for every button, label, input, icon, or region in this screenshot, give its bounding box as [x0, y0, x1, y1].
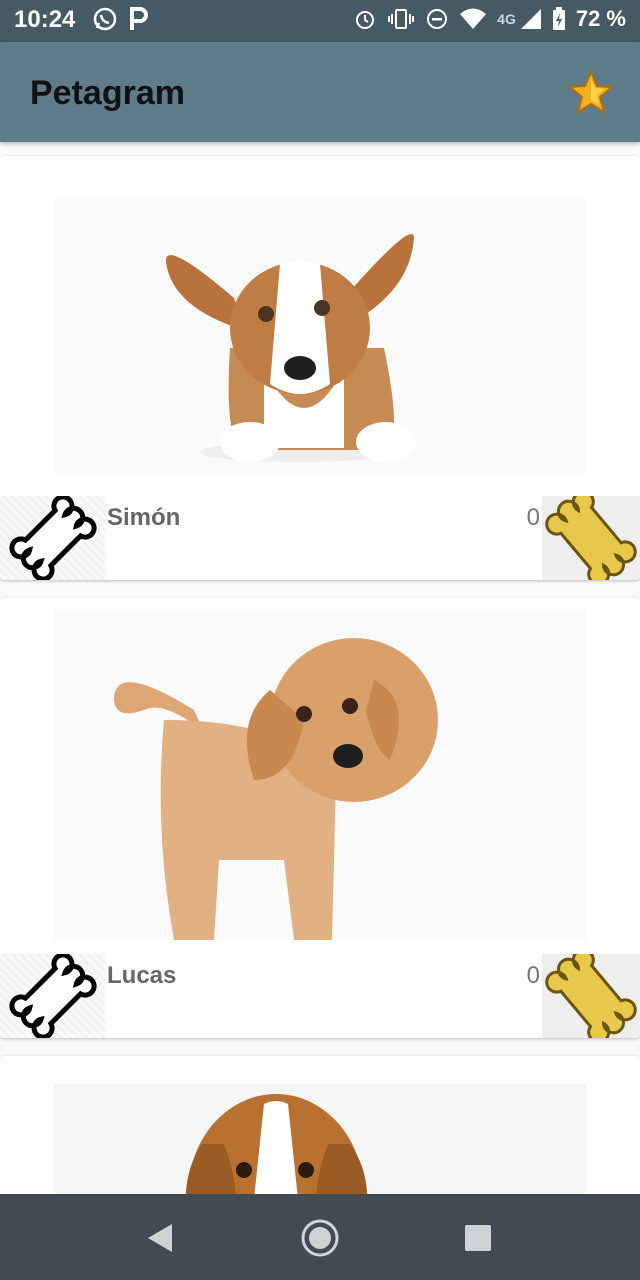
pet-list[interactable]: Simón 0 Lucas 0 [0, 142, 640, 1194]
app-title: Petagram [30, 74, 185, 112]
bone-gold-icon [545, 490, 637, 580]
parking-icon [130, 7, 148, 30]
signal-icon [520, 9, 541, 29]
alarm-icon [356, 11, 375, 29]
pet-card[interactable]: Simón 0 [0, 156, 640, 580]
battery-percent: 72 % [575, 6, 626, 31]
rating-bone [542, 490, 640, 580]
pet-photo-golden-retriever [54, 610, 586, 940]
pet-photo-corgi [54, 198, 586, 474]
pet-photo-beagle [54, 1084, 586, 1194]
status-time: 10:24 [14, 6, 76, 33]
app-bar: Petagram [0, 42, 640, 142]
recents-icon[interactable] [458, 1218, 498, 1258]
wifi-icon [460, 8, 487, 29]
like-bone-button[interactable] [0, 952, 106, 1038]
whatsapp-icon [93, 7, 117, 31]
bone-outline-icon [9, 952, 97, 1038]
bone-outline-icon [9, 494, 97, 580]
pet-card[interactable]: Lucas 0 [0, 598, 640, 1038]
pet-name: Simón [107, 504, 181, 531]
network-type: 4G [497, 11, 516, 27]
dnd-icon [427, 9, 448, 29]
like-bone-button[interactable] [0, 494, 106, 580]
pet-card[interactable] [0, 1056, 640, 1194]
vibrate-icon [388, 9, 415, 29]
rating-bone [542, 948, 640, 1038]
pet-like-count: 0 [526, 962, 540, 989]
pet-name: Lucas [107, 962, 177, 989]
back-icon[interactable] [142, 1218, 182, 1258]
battery-icon [552, 7, 565, 30]
pet-like-count: 0 [526, 504, 540, 531]
bone-gold-icon [545, 948, 637, 1038]
status-bar: 10:24 4G 72 % [0, 0, 640, 42]
star-icon[interactable] [568, 70, 614, 116]
navigation-bar [0, 1194, 640, 1280]
home-icon[interactable] [300, 1218, 340, 1258]
